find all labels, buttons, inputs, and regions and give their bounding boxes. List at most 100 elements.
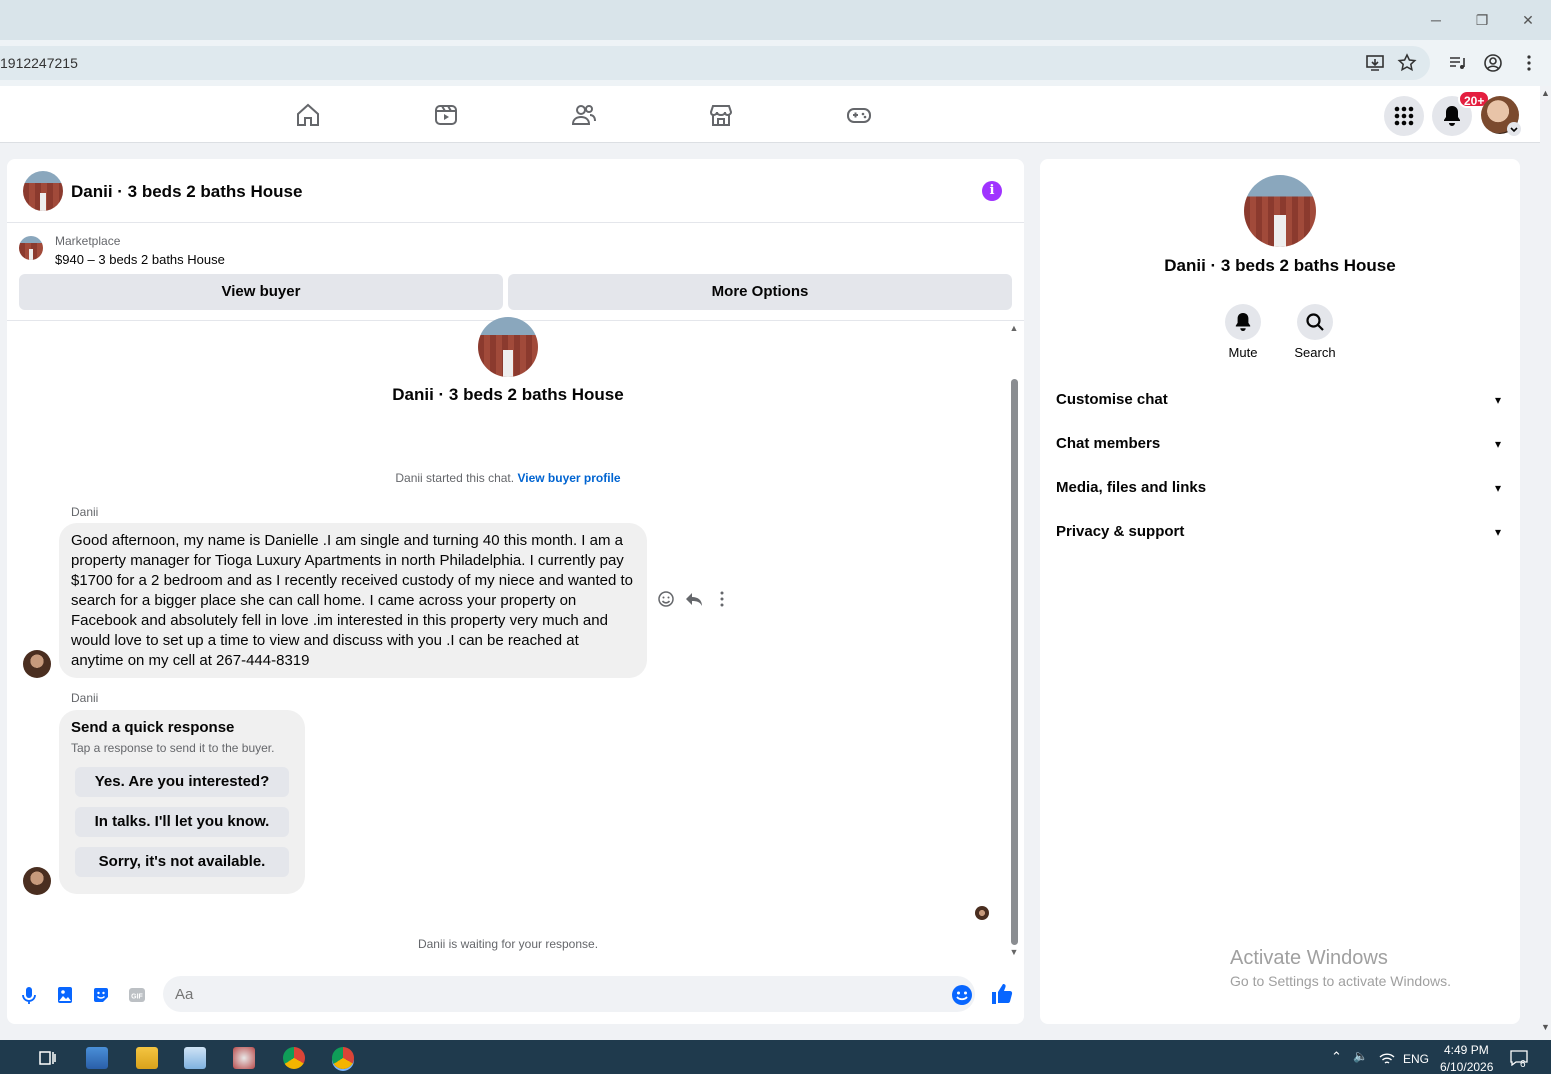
more-options-button[interactable]: More Options <box>508 274 1012 310</box>
video-icon[interactable] <box>433 102 459 128</box>
bell-icon <box>1444 106 1460 126</box>
chat-title[interactable]: Danii · 3 beds 2 baths House <box>71 182 302 202</box>
search-button[interactable] <box>1297 304 1333 340</box>
minimize-icon[interactable]: ─ <box>1426 10 1446 30</box>
friends-icon[interactable] <box>571 102 597 128</box>
sender-avatar[interactable] <box>23 650 51 678</box>
conversation-avatar <box>478 317 538 377</box>
scroll-down-icon[interactable]: ▼ <box>1541 1022 1550 1032</box>
customise-chat-row[interactable]: Customise chat ▾ <box>1056 385 1506 415</box>
row-label: Media, files and links <box>1056 479 1207 496</box>
chat-avatar[interactable] <box>23 171 63 211</box>
search-label: Search <box>1294 345 1336 360</box>
clock-time[interactable]: 4:49 PM <box>1444 1043 1489 1057</box>
clock-date[interactable]: 6/10/2026 <box>1440 1060 1493 1074</box>
language-indicator[interactable]: ENG <box>1403 1052 1429 1066</box>
network-icon[interactable] <box>1379 1052 1395 1066</box>
mute-button[interactable] <box>1225 304 1261 340</box>
row-label: Customise chat <box>1056 391 1168 408</box>
install-app-icon[interactable] <box>1365 53 1385 73</box>
view-buyer-button[interactable]: View buyer <box>19 274 503 310</box>
task-view-icon[interactable] <box>36 1047 58 1069</box>
scroll-down-icon[interactable]: ▼ <box>1009 947 1019 957</box>
marketplace-listing-bar: Marketplace $940 – 3 beds 2 baths House … <box>7 223 1024 321</box>
media-control-icon[interactable] <box>1447 53 1467 73</box>
bell-icon <box>1235 313 1251 331</box>
url-text: 1912247215 <box>0 55 78 71</box>
react-emoji-icon[interactable] <box>656 589 676 609</box>
info-icon[interactable]: i <box>982 181 1002 201</box>
marketplace-icon[interactable] <box>708 102 734 128</box>
browser-menu-icon[interactable] <box>1519 53 1539 73</box>
paint-app-icon[interactable] <box>233 1047 255 1069</box>
conversation-name: Danii · 3 beds 2 baths House <box>392 385 624 404</box>
svg-text:GIF: GIF <box>131 994 143 1001</box>
sticker-icon[interactable] <box>91 985 111 1005</box>
volume-icon[interactable]: 🔈 <box>1353 1049 1368 1063</box>
app-window-icon[interactable] <box>184 1047 206 1069</box>
seen-indicator-avatar <box>975 906 989 920</box>
tray-chevron-up-icon[interactable]: ⌃ <box>1331 1049 1342 1065</box>
microphone-icon[interactable] <box>19 985 39 1005</box>
page-scrollbar[interactable]: ▲ ▼ <box>1540 86 1551 1040</box>
activate-windows-title: Activate Windows <box>1230 947 1388 969</box>
close-icon[interactable]: ✕ <box>1518 10 1538 30</box>
chrome-icon[interactable] <box>283 1047 305 1069</box>
row-label: Chat members <box>1056 435 1161 452</box>
chat-members-row[interactable]: Chat members ▾ <box>1056 429 1506 459</box>
chrome-active-icon[interactable] <box>332 1047 354 1069</box>
scroll-thumb[interactable] <box>1011 379 1018 945</box>
mute-label: Mute <box>1228 345 1258 360</box>
quick-response-subtitle: Tap a response to send it to the buyer. <box>71 741 275 755</box>
quick-response-card: Send a quick response Tap a response to … <box>59 710 305 894</box>
photo-icon[interactable] <box>55 985 75 1005</box>
view-buyer-profile-link[interactable]: View buyer profile <box>517 471 620 485</box>
address-bar[interactable]: 1912247215 <box>0 46 1430 80</box>
chevron-down-icon: ▾ <box>1494 437 1502 451</box>
bookmark-star-icon[interactable] <box>1397 53 1417 73</box>
media-files-links-row[interactable]: Media, files and links ▾ <box>1056 473 1506 503</box>
emoji-icon[interactable] <box>951 984 973 1006</box>
reply-icon[interactable] <box>684 589 704 609</box>
restore-icon[interactable]: ❐ <box>1472 10 1492 30</box>
profile-icon[interactable] <box>1483 53 1503 73</box>
quick-response-title: Send a quick response <box>71 719 235 736</box>
menu-grid-button[interactable] <box>1384 96 1424 136</box>
thumbs-up-icon[interactable] <box>990 982 1014 1006</box>
privacy-support-row[interactable]: Privacy & support ▾ <box>1056 517 1506 547</box>
more-dots-icon[interactable] <box>712 589 732 609</box>
quick-response-not-available-button[interactable]: Sorry, it's not available. <box>75 847 289 877</box>
gif-icon[interactable]: GIF <box>127 985 147 1005</box>
browser-toolbar: 1912247215 <box>0 40 1551 86</box>
facebook-top-nav <box>0 86 1540 143</box>
windows-taskbar: ⌃ 🔈 ENG 4:49 PM 6/10/2026 6 <box>0 1040 1551 1074</box>
message-input[interactable] <box>163 976 975 1012</box>
quick-response-in-talks-button[interactable]: In talks. I'll let you know. <box>75 807 289 837</box>
marketplace-label: Marketplace <box>55 234 121 248</box>
browser-titlebar: ─ ❐ ✕ <box>0 0 1551 40</box>
chevron-down-icon: ▾ <box>1494 525 1502 539</box>
home-icon[interactable] <box>295 102 321 128</box>
message-bubble[interactable]: Good afternoon, my name is Danielle .I a… <box>59 523 647 678</box>
listing-thumbnail[interactable] <box>19 236 43 260</box>
details-name: Danii · 3 beds 2 baths House <box>1164 256 1396 275</box>
scroll-up-icon[interactable]: ▲ <box>1541 88 1550 98</box>
chat-details-panel: Danii · 3 beds 2 baths House Mute Search… <box>1040 159 1520 1024</box>
activate-windows-subtitle: Go to Settings to activate Windows. <box>1230 973 1451 989</box>
scroll-up-icon[interactable]: ▲ <box>1009 323 1019 333</box>
quick-response-yes-button[interactable]: Yes. Are you interested? <box>75 767 289 797</box>
search-icon <box>1306 313 1324 331</box>
pc-app-icon[interactable] <box>86 1047 108 1069</box>
details-avatar[interactable] <box>1244 175 1316 247</box>
waiting-notice: Danii is waiting for your response. <box>417 937 599 951</box>
file-explorer-icon[interactable] <box>136 1047 158 1069</box>
grid-icon <box>1394 106 1414 126</box>
chevron-down-icon[interactable] <box>1507 122 1521 136</box>
gaming-icon[interactable] <box>846 102 872 128</box>
chat-panel: Danii · 3 beds 2 baths House i Marketpla… <box>7 159 1024 1024</box>
chat-scrollbar[interactable]: ▲ ▼ <box>1009 323 1019 1023</box>
chevron-down-icon: ▾ <box>1494 481 1502 495</box>
sender-avatar[interactable] <box>23 867 51 895</box>
listing-title[interactable]: $940 – 3 beds 2 baths House <box>55 252 225 267</box>
message-sender: Danii <box>71 505 99 519</box>
